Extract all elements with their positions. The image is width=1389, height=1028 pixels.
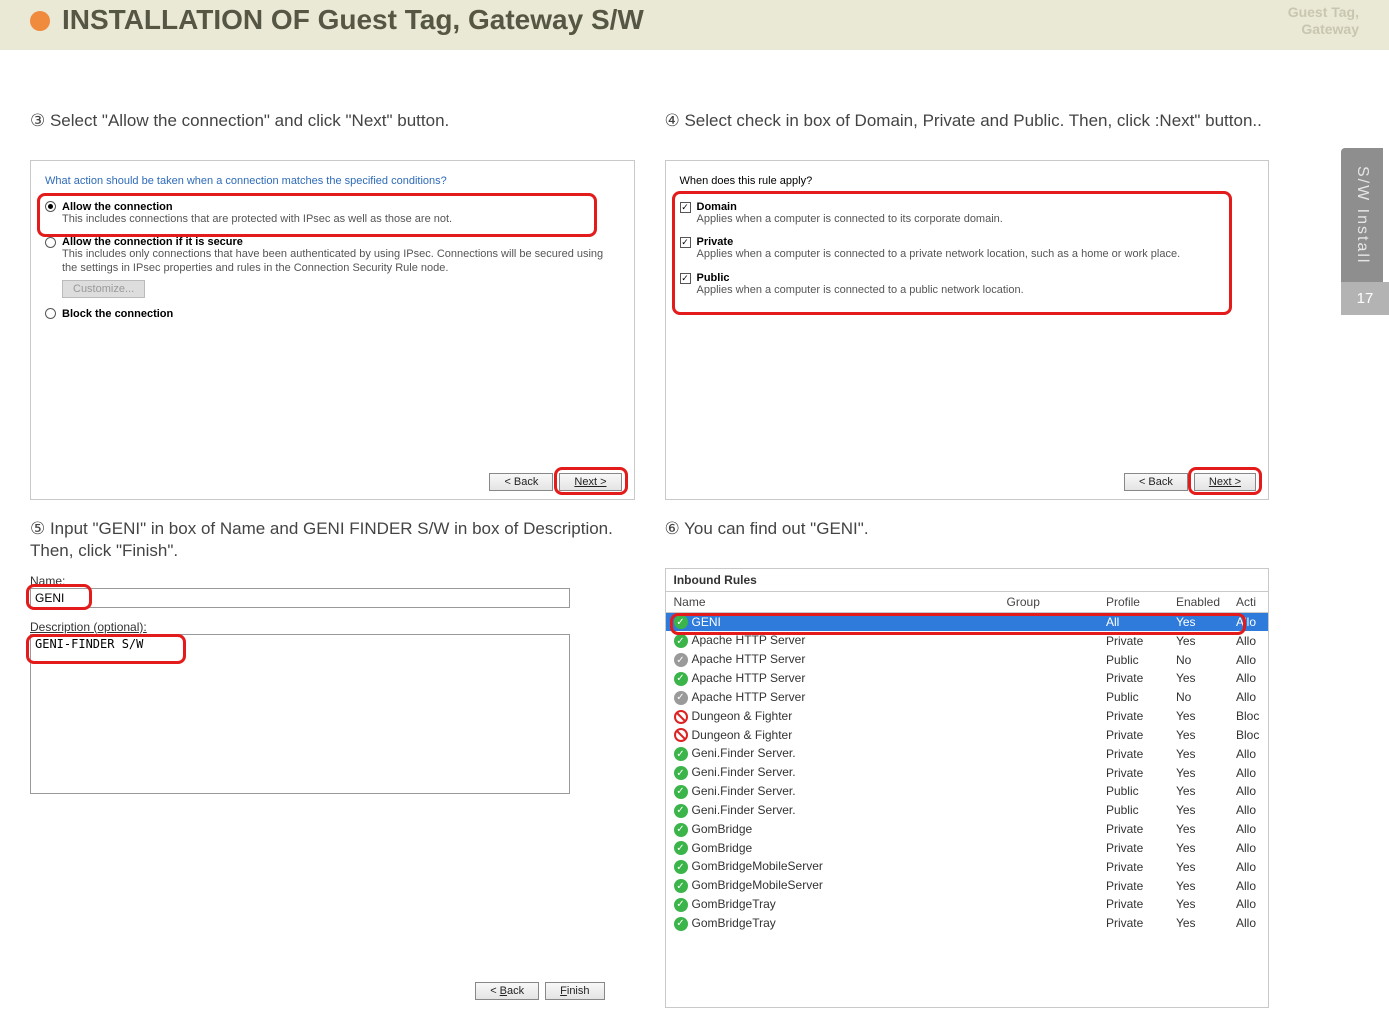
rule-status-icon: ✓ <box>674 747 688 761</box>
rules-table: Name Group Profile Enabled Acti ✓GENIAll… <box>666 592 1269 933</box>
option-allow-secure-desc: This includes only connections that have… <box>62 248 620 276</box>
step5-caption: ⑤ Input "GENI" in box of Name and GENI F… <box>30 518 635 562</box>
col-enabled[interactable]: Enabled <box>1168 592 1228 613</box>
step6-block: ⑥ You can find out "GENI". Inbound Rules… <box>665 518 1270 1008</box>
step5-block: ⑤ Input "GENI" in box of Name and GENI F… <box>30 518 635 1008</box>
check-public[interactable]: Public Applies when a computer is connec… <box>680 272 1255 298</box>
checkbox-icon[interactable] <box>680 273 691 284</box>
step3-panel: What action should be taken when a conne… <box>30 160 635 500</box>
inbound-rules-title: Inbound Rules <box>666 569 1269 592</box>
rule-status-icon: ✓ <box>674 672 688 686</box>
customize-button: Customize... <box>62 280 145 298</box>
step4-caption: ④ Select check in box of Domain, Private… <box>665 110 1270 154</box>
table-row[interactable]: ✓GomBridgePrivateYesAllo <box>666 820 1269 839</box>
table-row[interactable]: ✓Apache HTTP ServerPublicNoAllo <box>666 688 1269 707</box>
table-row[interactable]: ✓GomBridgeMobileServerPrivateYesAllo <box>666 876 1269 895</box>
page-title: INSTALLATION OF Guest Tag, Gateway S/W <box>62 4 644 36</box>
check-private[interactable]: Private Applies when a computer is conne… <box>680 236 1255 262</box>
rule-status-icon: ✓ <box>674 917 688 931</box>
option-allow-secure[interactable]: Allow the connection if it is secure Thi… <box>45 236 620 298</box>
option-allow[interactable]: Allow the connection This includes conne… <box>45 201 620 227</box>
rule-status-icon: ✓ <box>674 860 688 874</box>
table-row[interactable]: ✓Apache HTTP ServerPrivateYesAllo <box>666 631 1269 650</box>
table-row[interactable]: ✓GomBridgeTrayPrivateYesAllo <box>666 895 1269 914</box>
name-label: Name: <box>30 574 635 588</box>
table-row[interactable]: ✓Geni.Finder Server.PublicYesAllo <box>666 801 1269 820</box>
option-block-title: Block the connection <box>62 308 173 320</box>
radio-icon[interactable] <box>45 237 56 248</box>
table-row[interactable]: ✓Geni.Finder Server.PrivateYesAllo <box>666 763 1269 782</box>
page-number: 17 <box>1341 282 1389 315</box>
option-allow-secure-title: Allow the connection if it is secure <box>62 236 243 248</box>
radio-icon[interactable] <box>45 201 56 212</box>
table-row[interactable]: ✓GomBridgePrivateYesAllo <box>666 839 1269 858</box>
rule-status-icon: ✓ <box>674 785 688 799</box>
back-button[interactable]: < Back <box>475 982 539 1000</box>
table-row[interactable]: ✓Apache HTTP ServerPublicNoAllo <box>666 650 1269 669</box>
table-row[interactable]: ✓GENIAllYesAllo <box>666 612 1269 631</box>
domain-title: Domain <box>697 201 737 213</box>
description-label: Description (optional): <box>30 620 635 634</box>
rule-status-icon: ✓ <box>674 804 688 818</box>
public-title: Public <box>697 272 730 284</box>
rule-status-icon: ✓ <box>674 691 688 705</box>
next-button[interactable]: Next > <box>1194 473 1256 491</box>
rule-status-icon: ✓ <box>674 823 688 837</box>
col-group[interactable]: Group <box>999 592 1098 613</box>
domain-desc: Applies when a computer is connected to … <box>697 213 1255 227</box>
col-profile[interactable]: Profile <box>1098 592 1168 613</box>
step3-question: What action should be taken when a conne… <box>45 175 620 187</box>
checkbox-icon[interactable] <box>680 237 691 248</box>
table-row[interactable]: ✓GomBridgeTrayPrivateYesAllo <box>666 914 1269 933</box>
table-row[interactable]: ✓GomBridgeMobileServerPrivateYesAllo <box>666 857 1269 876</box>
private-desc: Applies when a computer is connected to … <box>697 248 1255 262</box>
rule-status-icon: ✓ <box>674 653 688 667</box>
rule-status-icon: ✓ <box>674 879 688 893</box>
rule-status-icon: ✓ <box>674 898 688 912</box>
checkbox-icon[interactable] <box>680 202 691 213</box>
check-domain[interactable]: Domain Applies when a computer is connec… <box>680 201 1255 227</box>
option-block[interactable]: Block the connection <box>45 308 620 320</box>
col-action[interactable]: Acti <box>1228 592 1268 613</box>
option-allow-desc: This includes connections that are prote… <box>62 213 620 227</box>
step5-panel: Name: Description (optional): GENI-FINDE… <box>30 568 635 1008</box>
table-row[interactable]: Dungeon & FighterPrivateYesBloc <box>666 726 1269 745</box>
finish-button[interactable]: Finish <box>545 982 604 1000</box>
rule-status-icon: ✓ <box>674 841 688 855</box>
table-row[interactable]: ✓Geni.Finder Server.PublicYesAllo <box>666 782 1269 801</box>
step3-caption: ③ Select "Allow the connection" and clic… <box>30 110 635 154</box>
header-subtitle-1: Guest Tag, <box>1288 4 1359 21</box>
bullet-icon <box>30 11 50 31</box>
rule-status-icon: ✓ <box>674 634 688 648</box>
step4-block: ④ Select check in box of Domain, Private… <box>665 110 1270 500</box>
table-row[interactable]: ✓Geni.Finder Server.PrivateYesAllo <box>666 744 1269 763</box>
header-subtitle-2: Gateway <box>1288 21 1359 38</box>
table-header-row: Name Group Profile Enabled Acti <box>666 592 1269 613</box>
title-bar: INSTALLATION OF Guest Tag, Gateway S/W G… <box>0 0 1389 50</box>
option-allow-title: Allow the connection <box>62 201 173 213</box>
description-input[interactable]: GENI-FINDER S/W <box>30 634 570 794</box>
rule-status-icon <box>674 728 688 742</box>
rule-status-icon <box>674 710 688 724</box>
step6-caption: ⑥ You can find out "GENI". <box>665 518 1270 562</box>
side-tab: S/W Install 17 <box>1341 148 1389 315</box>
table-row[interactable]: Dungeon & FighterPrivateYesBloc <box>666 707 1269 726</box>
step3-block: ③ Select "Allow the connection" and clic… <box>30 110 635 500</box>
rule-status-icon: ✓ <box>674 615 688 629</box>
name-input[interactable] <box>30 588 570 608</box>
back-button[interactable]: < Back <box>489 473 553 491</box>
inbound-rules-panel: Inbound Rules Name Group Profile Enabled… <box>665 568 1270 1008</box>
public-desc: Applies when a computer is connected to … <box>697 284 1255 298</box>
step4-question: When does this rule apply? <box>680 175 1255 187</box>
radio-icon[interactable] <box>45 308 56 319</box>
private-title: Private <box>697 236 734 248</box>
step4-panel: When does this rule apply? Domain Applie… <box>665 160 1270 500</box>
rule-status-icon: ✓ <box>674 766 688 780</box>
next-button[interactable]: Next > <box>559 473 621 491</box>
back-button[interactable]: < Back <box>1124 473 1188 491</box>
table-row[interactable]: ✓Apache HTTP ServerPrivateYesAllo <box>666 669 1269 688</box>
side-tab-label: S/W Install <box>1341 148 1383 282</box>
col-name[interactable]: Name <box>666 592 999 613</box>
